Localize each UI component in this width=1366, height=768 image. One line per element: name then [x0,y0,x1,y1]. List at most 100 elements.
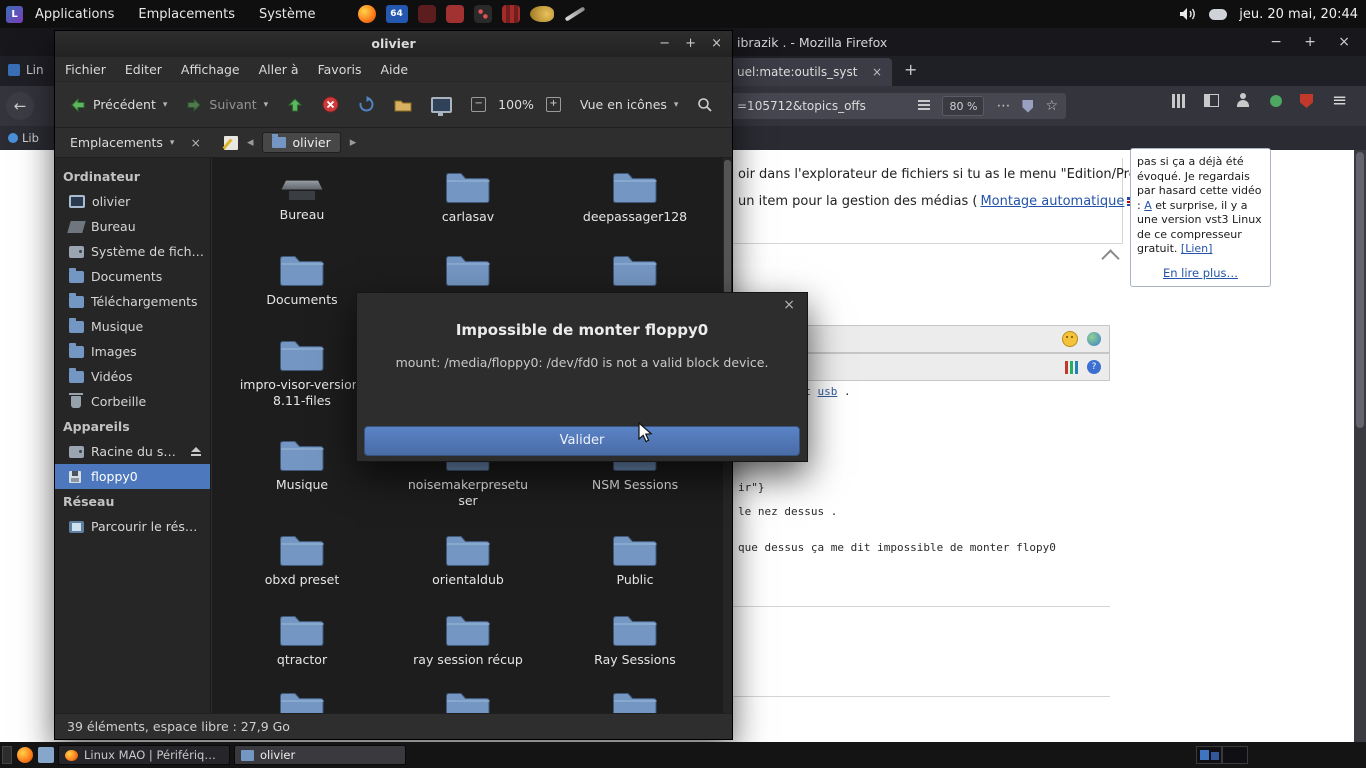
zoom-indicator[interactable]: 80 % [942,96,984,116]
news-card-link-a[interactable]: A [1144,199,1152,212]
background-tab-fragment[interactable]: Lin [26,63,44,77]
panel-menu[interactable]: Système [259,7,315,22]
up-button[interactable] [280,92,310,118]
valider-button[interactable]: Valider [364,426,800,456]
ublock-icon[interactable] [1300,94,1313,108]
file-item[interactable] [560,253,710,292]
open-folder-button[interactable] [387,93,419,117]
files-mini-icon[interactable] [38,747,54,763]
horn-icon[interactable] [530,6,554,22]
firefox-minimize-button[interactable]: − [1270,34,1282,50]
search-button[interactable] [690,92,720,118]
menu-icon[interactable]: ≡ [1332,90,1347,111]
file-item[interactable]: ray session récup [393,613,543,668]
sidebar-item[interactable]: Système de fich… [55,239,210,264]
audio-app-icon[interactable] [418,5,436,23]
file-item[interactable] [560,690,710,713]
stop-button[interactable] [315,91,346,118]
firefox-scrollbar-thumb[interactable] [1356,152,1364,428]
sidebar-item[interactable]: Musique [55,314,210,339]
montage-automatique-link[interactable]: Montage automatique [980,194,1124,209]
file-item[interactable]: Public [560,533,710,588]
zoom-out-button[interactable]: − [464,92,493,117]
file-item[interactable] [393,690,543,713]
sidebar-item[interactable]: Racine du s… [55,439,210,464]
file-item[interactable]: carlasav [393,170,543,225]
firefox-close-button[interactable]: × [1338,34,1350,50]
sidebar-toggle-icon[interactable] [1204,94,1219,107]
help-icon[interactable] [1087,360,1101,374]
caja-minimize-button[interactable]: − [659,36,670,51]
sidebar-item[interactable]: Ordinateur [55,164,210,189]
usb-link[interactable]: usb [817,385,837,398]
forward-button[interactable]: Suivant ▾ [179,92,275,118]
new-tab-button[interactable]: + [904,60,917,79]
places-dropdown[interactable]: Emplacements ▾ [63,132,181,153]
sidebar-item[interactable]: floppy0 [55,464,210,489]
page-actions-icon[interactable]: ⋯ [996,98,1010,114]
audio-app-icon[interactable] [446,5,464,23]
file-item[interactable]: Ray Sessions [560,613,710,668]
firefox-mini-icon[interactable] [17,747,33,763]
file-item[interactable]: qtractor [227,613,377,668]
bookmark-item[interactable]: Lib [22,131,39,145]
file-item[interactable]: obxd preset [227,533,377,588]
taskbar-button[interactable]: Linux MAO | Périfériq… [58,745,230,765]
taskbar-button[interactable]: olivier [234,745,406,765]
sidebar-item[interactable]: Documents [55,264,210,289]
back-button[interactable]: ← [6,92,34,120]
sidebar-item[interactable]: Bureau [55,214,210,239]
firefox-maximize-button[interactable]: + [1304,34,1316,50]
breadcrumb[interactable]: olivier [262,132,340,153]
caja-close-button[interactable]: × [711,36,722,51]
close-sidebar-icon[interactable]: × [190,135,200,150]
file-item[interactable] [227,690,377,713]
workspace-1[interactable] [1196,746,1222,764]
tracking-shield-icon[interactable] [1022,100,1033,113]
clock[interactable]: jeu. 20 mai, 20:44 [1239,7,1358,22]
file-item[interactable]: deepassager128 [560,170,710,225]
account-icon[interactable] [1236,93,1250,107]
menu-item[interactable]: Favoris [318,62,362,77]
read-more-link[interactable]: En lire plus… [1163,266,1238,280]
grid-app-icon[interactable] [502,5,520,23]
menu-item[interactable]: Affichage [181,62,240,77]
sidebar-item[interactable]: Réseau [55,489,210,514]
sidebar-item[interactable]: olivier [55,189,210,214]
reader-mode-icon[interactable] [918,100,930,112]
file-item[interactable] [393,253,543,292]
file-item[interactable]: Bureau [227,170,377,223]
caja-titlebar[interactable]: olivier [55,31,732,58]
crumb-back-icon[interactable]: ◂ [247,135,254,150]
volume-icon[interactable] [1179,7,1197,21]
dice-app-icon[interactable] [474,5,492,23]
library-icon[interactable] [1172,94,1186,108]
extension-icon[interactable] [1270,95,1282,107]
computer-button[interactable] [424,92,459,118]
dialog-close-icon[interactable]: × [783,297,795,313]
file-item[interactable]: impro-visor-version-8.11-files [227,338,377,408]
abacus-icon[interactable] [1065,361,1078,374]
panel-menu[interactable]: Emplacements [138,7,235,22]
zoom-in-button[interactable]: + [539,92,568,117]
panel-menu[interactable]: Applications [35,7,114,22]
sidebar-item[interactable]: Appareils [55,414,210,439]
edit-location-icon[interactable] [224,136,238,150]
sidebar-item[interactable]: Corbeille [55,389,210,414]
sidebar-item[interactable]: Images [55,339,210,364]
back-button[interactable]: Précédent ▾ [63,92,174,118]
chevron-down-icon[interactable]: ▾ [264,100,269,110]
menu-item[interactable]: Aller à [259,62,299,77]
globe-icon[interactable] [1087,332,1101,346]
chevron-down-icon[interactable]: ▾ [163,100,168,110]
file-item[interactable]: Documents [227,253,377,308]
bookmark-star-icon[interactable]: ☆ [1045,98,1058,114]
refresh-button[interactable] [351,91,382,118]
distro-logo[interactable]: L [6,6,23,23]
menu-item[interactable]: Aide [380,62,408,77]
sidebar-item[interactable]: Vidéos [55,364,210,389]
tool-icon[interactable] [564,6,585,21]
firefox-icon[interactable] [358,5,376,23]
menu-item[interactable]: Fichier [65,62,106,77]
sidebar-item[interactable]: Téléchargements [55,289,210,314]
